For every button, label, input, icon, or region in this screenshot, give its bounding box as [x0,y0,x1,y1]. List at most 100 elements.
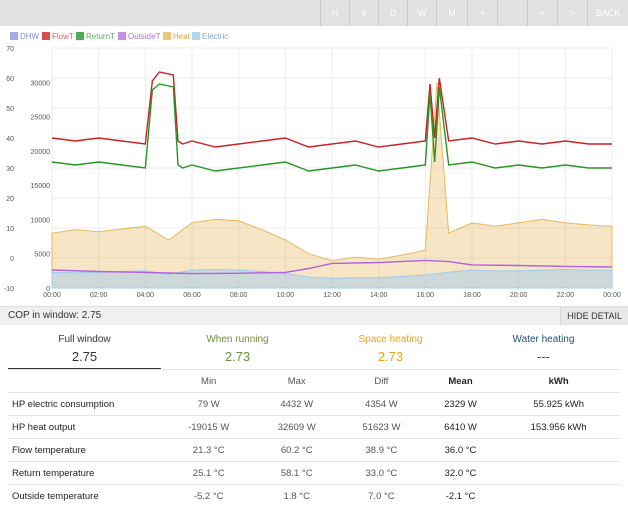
tab-full-window[interactable]: Full window 2.75 [8,328,161,369]
header-diff: Diff [339,370,424,393]
y-left-tick-label: 70 [6,46,14,53]
zoom-out-button[interactable]: - [497,0,527,26]
header-mean: Mean [424,370,498,393]
zoom-in-button[interactable]: + [467,0,497,26]
x-tick-label: 12:00 [323,292,341,299]
legend-swatch-dhw [10,32,18,40]
x-tick-label: 22:00 [557,292,575,299]
y-left-tick-label: 60 [6,76,14,83]
cell-diff: 7.0 °C [339,485,424,507]
table-row: HP electric consumption 79 W 4432 W 4354… [8,393,620,416]
x-tick-label: 10:00 [277,292,295,299]
tab-space-heating[interactable]: Space heating 2.73 [314,328,467,368]
day-button[interactable]: D [378,0,407,26]
x-tick-label: 04:00 [137,292,155,299]
tab-when-running-label: When running [161,334,314,345]
x-tick-label: 08:00 [230,292,248,299]
x-tick-label: 14:00 [370,292,388,299]
legend-returnt[interactable]: ReturnT [86,32,115,41]
legend-heat[interactable]: Heat [173,32,191,41]
legend-swatch-returnt [76,32,84,40]
cell-max: 58.1 °C [254,462,339,485]
tab-water-heating[interactable]: Water heating --- [467,328,620,368]
legend-swatch-electric [192,32,200,40]
x-tick-label: 16:00 [417,292,435,299]
cop-tabs: Full window 2.75 When running 2.73 Space… [8,328,620,368]
cell-min: 79 W [163,393,254,416]
cell-diff: 33.0 °C [339,462,424,485]
pan-right-button[interactable]: > [557,0,587,26]
row-label: Return temperature [8,462,163,485]
cell-mean: 36.0 °C [424,439,498,462]
y-left-tick-label: -10 [4,286,14,293]
table-row: Outside temperature -5.2 °C 1.8 °C 7.0 °… [8,485,620,507]
header-min: Min [163,370,254,393]
range-toolbar: H 6 D W M + - < > BACK [0,0,628,26]
cell-min: 25.1 °C [163,462,254,485]
cell-max: 32609 W [254,416,339,439]
cell-min: -5.2 °C [163,485,254,507]
x-tick-label: 20:00 [510,292,528,299]
tab-water-heating-label: Water heating [467,334,620,345]
six-hour-button[interactable]: 6 [349,0,378,26]
legend-swatch-heat [163,32,171,40]
cop-bar: COP in window: 2.75 HIDE DETAIL [0,306,628,325]
hide-detail-button[interactable]: HIDE DETAIL [560,307,628,325]
pan-left-button[interactable]: < [527,0,557,26]
stats-header-row: Min Max Diff Mean kWh [8,370,620,393]
cell-mean: 6410 W [424,416,498,439]
tab-space-heating-label: Space heating [314,334,467,345]
back-button[interactable]: BACK [587,0,628,26]
x-tick-label: 06:00 [183,292,201,299]
cell-kwh [497,485,620,507]
row-label: HP heat output [8,416,163,439]
y-right-tick-label: 20000 [31,149,51,156]
tab-full-window-value: 2.75 [8,349,161,364]
cell-min: 21.3 °C [163,439,254,462]
cell-max: 1.8 °C [254,485,339,507]
week-button[interactable]: W [407,0,436,26]
legend-swatch-outsidet [118,32,126,40]
y-left-tick-label: 30 [6,166,14,173]
cell-max: 60.2 °C [254,439,339,462]
cell-kwh: 55.925 kWh [497,393,620,416]
row-label: Flow temperature [8,439,163,462]
cell-mean: 2329 W [424,393,498,416]
y-left-tick-label: 20 [6,196,14,203]
y-left-tick-label: 50 [6,106,14,113]
cell-diff: 51623 W [339,416,424,439]
month-button[interactable]: M [436,0,467,26]
stats-table: Min Max Diff Mean kWh HP electric consum… [8,369,620,507]
y-right-tick-label: 10000 [31,217,51,224]
legend-flowt[interactable]: FlowT [52,32,74,41]
y-right-tick-label: 25000 [31,115,51,122]
legend-electric[interactable]: Electric [202,32,228,41]
header-kwh: kWh [497,370,620,393]
table-row: Flow temperature 21.3 °C 60.2 °C 38.9 °C… [8,439,620,462]
cell-min: -19015 W [163,416,254,439]
y-left-tick-label: 40 [6,136,14,143]
y-right-tick-label: 0 [46,286,50,293]
chart-legend[interactable]: DHW FlowT ReturnT OutsideT Heat Electric [10,32,228,41]
header-max: Max [254,370,339,393]
x-tick-label: 02:00 [90,292,108,299]
y-left-tick-label: 10 [6,226,14,233]
header-blank [8,370,163,393]
cop-in-window-label: COP in window: 2.75 [8,307,101,325]
x-tick-label: 18:00 [463,292,481,299]
row-label: HP electric consumption [8,393,163,416]
table-row: Return temperature 25.1 °C 58.1 °C 33.0 … [8,462,620,485]
cell-kwh [497,462,620,485]
legend-outsidet[interactable]: OutsideT [128,32,161,41]
tab-when-running[interactable]: When running 2.73 [161,328,314,368]
table-row: HP heat output -19015 W 32609 W 51623 W … [8,416,620,439]
legend-dhw[interactable]: DHW [20,32,40,41]
cell-mean: 32.0 °C [424,462,498,485]
hour-button[interactable]: H [320,0,349,26]
cell-kwh: 153.956 kWh [497,416,620,439]
x-tick-label: 00:00 [43,292,61,299]
legend-swatch-flowt [42,32,50,40]
y-right-tick-label: 15000 [31,183,51,190]
cell-kwh [497,439,620,462]
power-temperature-chart[interactable]: DHW FlowT ReturnT OutsideT Heat Electric… [0,26,628,306]
